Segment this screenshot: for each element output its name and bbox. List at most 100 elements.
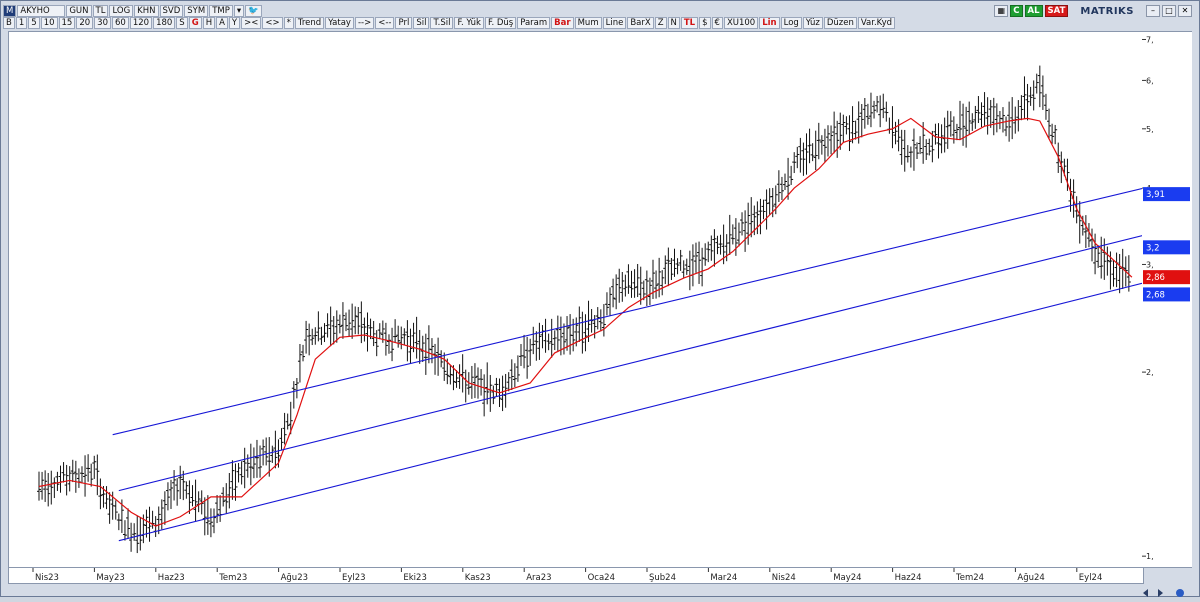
toolbar_row2-button-7[interactable]: 60 (112, 16, 129, 29)
toolbar_row2-button-33[interactable]: N (667, 16, 680, 29)
channel-lower-line[interactable] (118, 282, 1145, 542)
ohlc-bar (61, 462, 66, 483)
toolbar_row2-button-15[interactable]: >< (241, 16, 262, 29)
toolbar_row1-button-1[interactable]: AKYHO (17, 4, 66, 17)
toolbar_row2-button-14[interactable]: Y (228, 16, 241, 29)
ohlc-bar (660, 270, 665, 296)
grid-icon[interactable]: ▦ (994, 5, 1009, 17)
price-tag-label: 3,2 (1146, 243, 1160, 253)
toolbar_row2-button-17[interactable]: * (283, 16, 294, 29)
ohlc-bar (165, 482, 170, 511)
toolbar_row2-button-4[interactable]: 15 (58, 16, 76, 29)
ohlc-bar (844, 116, 849, 135)
y-axis-svg: 7,6,5,4,3,2,1,3,913,22,862,68 (1142, 35, 1190, 561)
toolbar_row2-button-30[interactable]: Line (602, 16, 627, 29)
toolbar_row2-button-21[interactable]: <-- (375, 16, 395, 29)
toolbar_row2-button-36[interactable]: € (711, 16, 723, 29)
toolbar_row2-button-9[interactable]: 180 (153, 16, 176, 29)
buy-button[interactable]: AL (1024, 5, 1043, 17)
scroll-right-icon[interactable] (1158, 589, 1163, 597)
toolbar_row2-button-2[interactable]: 5 (28, 16, 40, 29)
toolbar_row2-button-3[interactable]: 10 (40, 16, 58, 29)
toolbar_row1-button-2[interactable]: GUN (66, 4, 92, 17)
close-icon[interactable]: ✕ (1178, 5, 1192, 17)
minimize-icon[interactable]: – (1146, 5, 1160, 17)
toolbar_row2-button-6[interactable]: 30 (94, 16, 111, 29)
toolbar_row2-button-24[interactable]: T.Sil (430, 16, 454, 29)
ohlc-bar (472, 363, 477, 399)
toolbar_row2-button-28[interactable]: Bar (551, 16, 574, 29)
toolbar_row2-button-37[interactable]: XU100 (723, 16, 759, 29)
refresh-icon[interactable] (1176, 589, 1184, 597)
toolbar_row2-button-16[interactable]: <> (262, 16, 283, 29)
chart-plot-area[interactable] (8, 31, 1145, 568)
toolbar_row2-button-8[interactable]: 120 (129, 16, 153, 29)
toolbar_row1-button-3[interactable]: TL (92, 4, 109, 17)
ohlc-bar (107, 492, 112, 524)
ohlc-bar (1004, 116, 1009, 137)
maximize-icon[interactable]: □ (1162, 5, 1176, 17)
toolbar_row2-button-25[interactable]: F. Yük (454, 16, 484, 29)
ohlc-bar (337, 314, 342, 334)
toolbar_row2-button-0[interactable]: B (3, 16, 15, 29)
ohlc-bar (479, 369, 484, 396)
toolbar_row1-button-0[interactable]: M (3, 4, 17, 17)
toolbar_row1-button-7[interactable]: SYM (184, 4, 209, 17)
ohlc-bar (224, 483, 229, 514)
c-button[interactable]: C (1010, 5, 1023, 17)
toolbar_row1-button-6[interactable]: SVD (159, 4, 184, 17)
toolbar_row2-button-29[interactable]: Mum (574, 16, 602, 29)
toolbar_row2-button-1[interactable]: 1 (15, 16, 28, 29)
toolbar_row1-button-9[interactable]: ▾ (233, 4, 245, 17)
ohlc-bar (1016, 100, 1021, 132)
ohlc-bar (291, 381, 296, 409)
toolbar_row2-button-34[interactable]: TL (680, 16, 699, 29)
ohlc-bar (169, 479, 174, 509)
toolbar_row2-button-26[interactable]: F. Düş (484, 16, 517, 29)
toolbar_row2-button-22[interactable]: Prl (395, 16, 413, 29)
ohlc-bar (623, 274, 628, 297)
ohlc-bar (822, 128, 827, 163)
toolbar_row2-button-23[interactable]: Sil (413, 16, 430, 29)
toolbar_row1-button-4[interactable]: LOG (109, 4, 134, 17)
channel-upper-line[interactable] (112, 187, 1145, 436)
toolbar_row2-button-12[interactable]: H (202, 16, 216, 29)
ohlc-bar (251, 447, 256, 479)
toolbar_row2-button-11[interactable]: G (188, 16, 202, 29)
ohlc-bar (865, 103, 870, 125)
ohlc-bar (712, 229, 717, 267)
toolbar_row2-button-5[interactable]: 20 (76, 16, 94, 29)
toolbar_row2-button-19[interactable]: Yatay (325, 16, 354, 29)
x-tick-label: Nis24 (772, 573, 796, 583)
toolbar_row2-button-35[interactable]: $ (699, 16, 711, 29)
toolbar_row2-button-18[interactable]: Trend (294, 16, 325, 29)
sell-button[interactable]: SAT (1044, 5, 1069, 17)
ohlc-bar (881, 93, 886, 119)
ohlc-bar (83, 455, 88, 497)
ohlc-bar (718, 234, 723, 255)
toolbar_row2-button-31[interactable]: BarX (627, 16, 654, 29)
channel-middle-line[interactable] (118, 234, 1145, 492)
toolbar_row2-button-38[interactable]: Lin (759, 16, 780, 29)
x-tick-label: Ara23 (526, 573, 551, 583)
toolbar_row1-button-5[interactable]: KHN (134, 4, 159, 17)
scroll-left-icon[interactable] (1143, 589, 1148, 597)
toolbar_row1-button-10[interactable]: 🐦 (245, 4, 262, 17)
ohlc-bar (988, 99, 993, 128)
toolbar_row2-button-10[interactable]: S (176, 16, 188, 29)
toolbar_row2-button-39[interactable]: Log (780, 16, 802, 29)
toolbar_row2-button-27[interactable]: Param (517, 16, 551, 29)
toolbar_row2-button-42[interactable]: Var.Kyd (857, 16, 896, 29)
ohlc-bar (1053, 124, 1058, 145)
y-tick-label: 5, (1146, 125, 1154, 134)
ohlc-bar (647, 277, 652, 306)
toolbar_row2-button-41[interactable]: Düzen (823, 16, 857, 29)
ohlc-bar (49, 470, 54, 505)
ohlc-bar (835, 120, 840, 158)
ohlc-bar (1077, 201, 1082, 244)
toolbar_row2-button-20[interactable]: --> (354, 16, 375, 29)
toolbar_row2-button-40[interactable]: Yüz (802, 16, 823, 29)
toolbar_row2-button-13[interactable]: A (216, 16, 228, 29)
toolbar_row1-button-8[interactable]: TMP (209, 4, 233, 17)
toolbar_row2-button-32[interactable]: Z (654, 16, 667, 29)
